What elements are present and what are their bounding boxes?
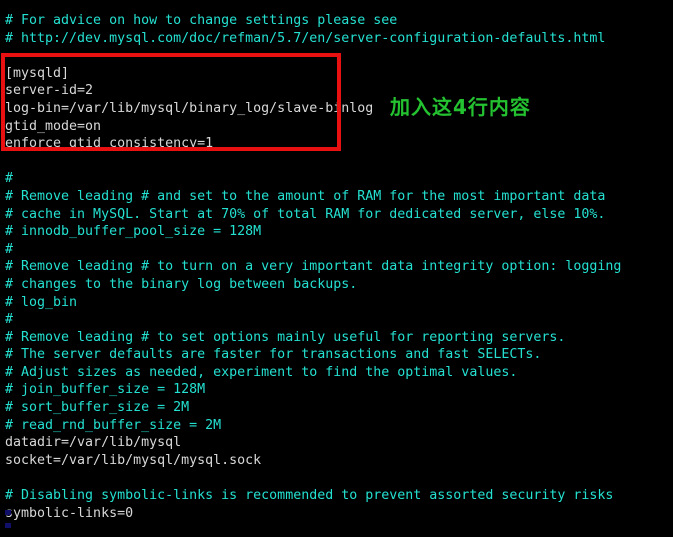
- config-line: # changes to the binary log between back…: [5, 276, 358, 292]
- config-line: socket=/var/lib/mysql/mysql.sock: [5, 452, 262, 468]
- config-line: [5, 153, 673, 171]
- config-line: datadir=/var/lib/mysql: [5, 435, 182, 451]
- config-line: [mysqld]: [5, 65, 70, 81]
- config-line: # Remove leading # to set options mainly…: [5, 329, 566, 345]
- config-line: [5, 469, 673, 487]
- config-line: # For advice on how to change settings p…: [5, 13, 398, 28]
- config-line: # join_buffer_size = 128M: [5, 382, 206, 398]
- config-line: #: [5, 241, 14, 257]
- cursor-artifact-upper: [5, 510, 11, 515]
- config-line: # innodb_buffer_pool_size = 128M: [5, 224, 262, 240]
- config-line: enforce_gtid_consistency=1: [5, 136, 214, 152]
- terminal-screen: # For advice on how to change settings p…: [0, 0, 673, 537]
- config-line: #: [5, 171, 14, 187]
- config-line: # http://dev.mysql.com/doc/refman/5.7/en…: [5, 30, 606, 46]
- config-line: log-bin=/var/lib/mysql/binary_log/slave-…: [5, 100, 374, 116]
- config-line: symbolic-links=0: [5, 505, 134, 521]
- config-line: [5, 522, 673, 537]
- config-line: # Remove leading # and set to the amount…: [5, 188, 606, 204]
- config-line: # The server defaults are faster for tra…: [5, 347, 542, 363]
- config-line: # read_rnd_buffer_size = 2M: [5, 417, 222, 433]
- config-line: # cache in MySQL. Start at 70% of total …: [5, 206, 606, 222]
- cursor-artifact-lower: [5, 523, 11, 528]
- annotation-label-add-four-lines: 加入这4行内容: [390, 95, 531, 119]
- config-line: # Disabling symbolic-links is recommende…: [5, 488, 614, 504]
- config-line: [5, 47, 673, 65]
- config-file-text-area[interactable]: # For advice on how to change settings p…: [0, 0, 673, 537]
- config-line: gtid_mode=on: [5, 118, 102, 134]
- config-line: # log_bin: [5, 294, 78, 310]
- config-line: # Adjust sizes as needed, experiment to …: [5, 364, 518, 380]
- config-line: # Remove leading # to turn on a very imp…: [5, 259, 622, 275]
- config-line: #: [5, 312, 14, 328]
- config-line: server-id=2: [5, 83, 94, 99]
- config-line: # sort_buffer_size = 2M: [5, 400, 190, 416]
